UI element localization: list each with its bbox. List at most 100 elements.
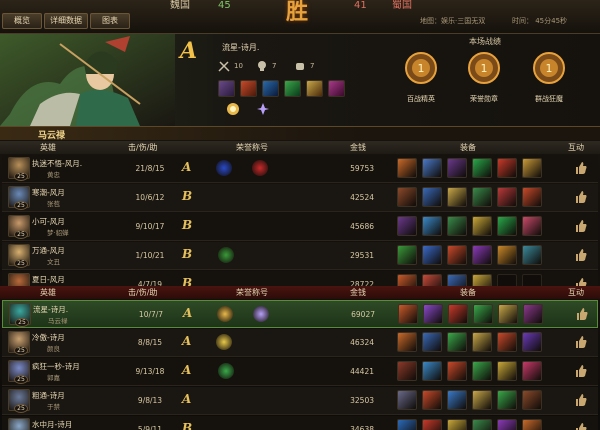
equip-slot[interactable] — [448, 304, 468, 324]
player-row[interactable]: 25 寒潮-风月 张苞 10/6/12 B 42524 — [2, 184, 598, 212]
thumbs-up-icon[interactable] — [575, 307, 589, 321]
equip-slot[interactable] — [497, 419, 517, 430]
equip-slot[interactable] — [472, 216, 492, 236]
hero-equip-slot-6[interactable] — [328, 80, 345, 97]
equip-slot[interactable] — [397, 419, 417, 430]
equip-slot[interactable] — [522, 187, 542, 207]
honor-icon[interactable] — [253, 306, 269, 322]
honor-icon[interactable] — [216, 334, 232, 350]
equip-slot[interactable] — [447, 419, 467, 430]
equip-slot[interactable] — [473, 304, 493, 324]
player-label: 马云禄 — [38, 131, 66, 141]
equip-slot[interactable] — [497, 187, 517, 207]
equip-slot[interactable] — [522, 245, 542, 265]
thumbs-up-icon[interactable] — [574, 190, 588, 204]
player-row[interactable]: 25 流星-诗月. 马云禄 10/7/7 A 69027 — [2, 300, 598, 328]
equip-slot[interactable] — [422, 332, 442, 352]
player-name: 冷傲-诗月 — [32, 333, 65, 342]
player-row[interactable]: 25水中月-诗月司马昭5/9/11B34638 — [2, 416, 598, 430]
equip-slot[interactable] — [497, 390, 517, 410]
player-row[interactable]: 25 疯狂一秒-诗月 郭嘉 9/13/18 A 44421 — [2, 358, 598, 386]
team1-header: 英雄 击/伤/助 荣誉称号 金钱 装备 互动 — [0, 141, 600, 154]
equip-slot[interactable] — [498, 304, 518, 324]
equip-slot[interactable] — [472, 419, 492, 430]
thumbs-up-icon[interactable] — [574, 364, 588, 378]
kda: 8/8/15 — [137, 338, 163, 347]
player-row[interactable]: 25 万通-风月 文丑 1/10/21 B 29531 — [2, 242, 598, 270]
equip-slot[interactable] — [522, 332, 542, 352]
tab-detailed-data[interactable]: 详细数据 — [44, 13, 88, 29]
equip-slot[interactable] — [447, 361, 467, 381]
equip-slot[interactable] — [447, 158, 467, 178]
equip-slot[interactable] — [397, 361, 417, 381]
thumbs-up-icon[interactable] — [574, 335, 588, 349]
equip-slot[interactable] — [522, 361, 542, 381]
honor-icon[interactable] — [217, 306, 233, 322]
equip-slot[interactable] — [423, 304, 443, 324]
hero-avatar[interactable] — [8, 418, 30, 430]
hero-equip-slot-5[interactable] — [306, 80, 323, 97]
player-row[interactable]: 25 执迷不悟-风月. 黄忠 21/8/15 A 59753 — [2, 155, 598, 183]
skill-icon-1[interactable] — [226, 102, 240, 116]
equip-slot[interactable] — [397, 390, 417, 410]
equip-slot[interactable] — [397, 187, 417, 207]
equip-slot[interactable] — [422, 245, 442, 265]
equip-slot[interactable] — [497, 245, 517, 265]
equip-slot[interactable] — [422, 390, 442, 410]
kda: 9/10/17 — [135, 222, 165, 231]
equip-slot[interactable] — [447, 332, 467, 352]
hero-name: 梦·貂蝉 — [47, 229, 69, 237]
equip-slot[interactable] — [397, 245, 417, 265]
equip-slot[interactable] — [472, 332, 492, 352]
equip-slot[interactable] — [497, 158, 517, 178]
equip-slot[interactable] — [447, 216, 467, 236]
equip-slot[interactable] — [522, 419, 542, 430]
tab-overview[interactable]: 概览 — [2, 13, 42, 29]
equip-slot[interactable] — [422, 419, 442, 430]
equip-slot[interactable] — [447, 187, 467, 207]
equip-slot[interactable] — [522, 216, 542, 236]
equip-slot[interactable] — [522, 158, 542, 178]
thumbs-up-icon[interactable] — [574, 393, 588, 407]
honor-icon[interactable] — [216, 160, 232, 176]
skill-icon-2[interactable] — [256, 102, 270, 116]
equip-slot[interactable] — [472, 361, 492, 381]
equip-slot[interactable] — [398, 304, 418, 324]
honor-icon[interactable] — [218, 247, 234, 263]
victory-title: 胜 — [285, 0, 310, 25]
hero-equip-slot-4[interactable] — [284, 80, 301, 97]
player-row[interactable]: 25 粗通-诗月 于禁 9/8/13 A 32503 — [2, 387, 598, 415]
player-row[interactable]: 25 小可-风月 梦·貂蝉 9/10/17 B 45686 — [2, 213, 598, 241]
equip-slot[interactable] — [397, 332, 417, 352]
hero-equip-slot-1[interactable] — [218, 80, 235, 97]
equip-slot[interactable] — [497, 332, 517, 352]
tab-chart[interactable]: 图表 — [90, 13, 130, 29]
equip-slot[interactable] — [447, 245, 467, 265]
player-row[interactable]: 25 冷傲-诗月 颜良 8/8/15 A 46324 — [2, 329, 598, 357]
thumbs-up-icon[interactable] — [574, 248, 588, 262]
equip-slot[interactable] — [447, 390, 467, 410]
thumbs-up-icon[interactable] — [574, 422, 588, 430]
equip-slot[interactable] — [472, 390, 492, 410]
equip-slot[interactable] — [497, 216, 517, 236]
top-bar: 概览 详细数据 图表 魏国 45 41 蜀国 胜 地图：娱乐·三国无双 时间： … — [0, 0, 600, 34]
equip-slot[interactable] — [523, 304, 543, 324]
header-equip: 装备 — [460, 288, 476, 297]
equip-slot[interactable] — [422, 187, 442, 207]
hero-equip-slot-3[interactable] — [262, 80, 279, 97]
equip-slot[interactable] — [422, 158, 442, 178]
equip-slot[interactable] — [472, 245, 492, 265]
honor-icon[interactable] — [218, 363, 234, 379]
equip-slot[interactable] — [472, 187, 492, 207]
equip-slot[interactable] — [497, 361, 517, 381]
thumbs-up-icon[interactable] — [574, 161, 588, 175]
equip-slot[interactable] — [422, 216, 442, 236]
equip-slot[interactable] — [422, 361, 442, 381]
equip-slot[interactable] — [522, 390, 542, 410]
honor-icon[interactable] — [252, 160, 268, 176]
equip-slot[interactable] — [472, 158, 492, 178]
thumbs-up-icon[interactable] — [574, 219, 588, 233]
hero-equip-slot-2[interactable] — [240, 80, 257, 97]
equip-slot[interactable] — [397, 158, 417, 178]
equip-slot[interactable] — [397, 216, 417, 236]
